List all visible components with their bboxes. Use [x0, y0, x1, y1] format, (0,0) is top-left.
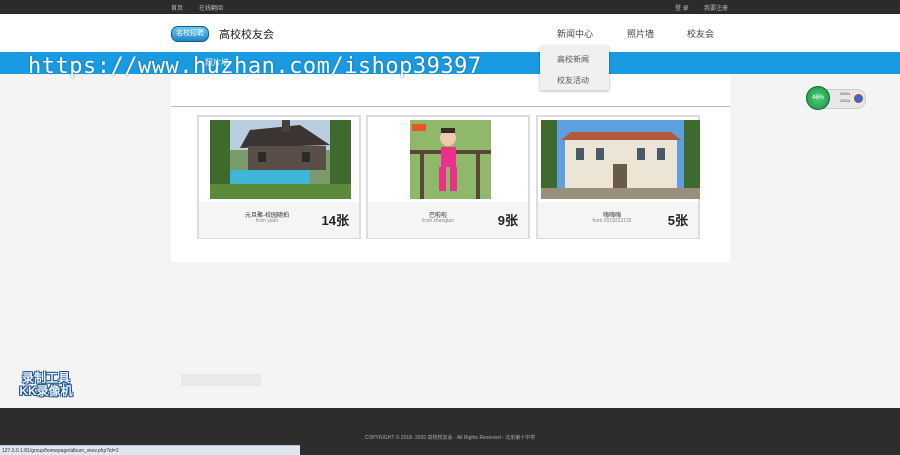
recorder-logo-line2: KK录像机 [19, 384, 73, 398]
browser-status-bar: 127.0.0.1:81/group/homepage/album_view.p… [0, 445, 300, 455]
network-speed-widget[interactable]: 46% 30K/s 32K/s [806, 86, 866, 110]
upload-speed: 30K/s [840, 91, 851, 96]
album-panel: 元旦聚-校园随拍 from yuan 14张 巴啦啦 from zhangtan… [171, 74, 730, 262]
album-info: 嗨嗨嗨 from 2019212132 5张 [538, 202, 698, 238]
dropdown-item-campus-news[interactable]: 高校新闻 [557, 54, 589, 65]
album-author: from zhangtan [422, 218, 454, 224]
album-card[interactable]: 巴啦啦 from zhangtan 9张 [366, 115, 530, 239]
nav-news[interactable]: 新闻中心 [557, 27, 593, 40]
album-author: from 2019212132 [592, 218, 632, 224]
site-logo[interactable]: 名校招聘 [171, 26, 209, 42]
faded-placeholder [181, 374, 261, 386]
login-link[interactable]: 登 录 [675, 3, 689, 12]
site-header: 名校招聘 高校校友会 新闻中心 照片墙 校友会 [0, 14, 900, 52]
url-watermark: https://www.huzhan.com/ishop39397 [28, 54, 482, 79]
home-link[interactable]: 首页 [171, 3, 183, 12]
album-info: 元旦聚-校园随拍 from yuan 14张 [199, 202, 359, 238]
album-info: 巴啦啦 from zhangtan 9张 [368, 202, 528, 238]
album-author: from yuan [255, 218, 279, 224]
album-photo-girl[interactable] [410, 120, 491, 199]
copyright-text: COPYRIGHT © 2018- 2020 高校校友会 - All Right… [364, 435, 536, 441]
download-speed: 32K/s [840, 98, 851, 103]
nav-alumni[interactable]: 校友会 [687, 27, 714, 40]
album-card[interactable]: 嗨嗨嗨 from 2019212132 5张 [536, 115, 700, 239]
dropdown-item-alumni-events[interactable]: 校友活动 [557, 75, 589, 86]
album-count: 9张 [497, 213, 518, 228]
divider [171, 106, 730, 107]
usage-circle: 46% [806, 86, 830, 110]
album-card[interactable]: 元旦聚-校园随拍 from yuan 14张 [197, 115, 361, 239]
top-bar: 首页 在线翻阅 登 录 我要注册 [0, 0, 900, 14]
site-title[interactable]: 高校校友会 [219, 26, 274, 42]
online-link[interactable]: 在线翻阅 [199, 3, 223, 12]
album-photo-house-pool[interactable] [210, 120, 351, 199]
news-dropdown-menu: 高校新闻 校友活动 [540, 46, 609, 90]
speed-icon [854, 94, 863, 103]
nav-photo-wall[interactable]: 照片墙 [627, 27, 654, 40]
album-count: 5张 [667, 213, 688, 228]
album-photo-mansion[interactable] [541, 120, 700, 199]
register-link[interactable]: 我要注册 [704, 3, 728, 12]
recorder-logo: 录制工具 KK录像机 [16, 372, 76, 398]
album-count: 14张 [321, 213, 349, 228]
